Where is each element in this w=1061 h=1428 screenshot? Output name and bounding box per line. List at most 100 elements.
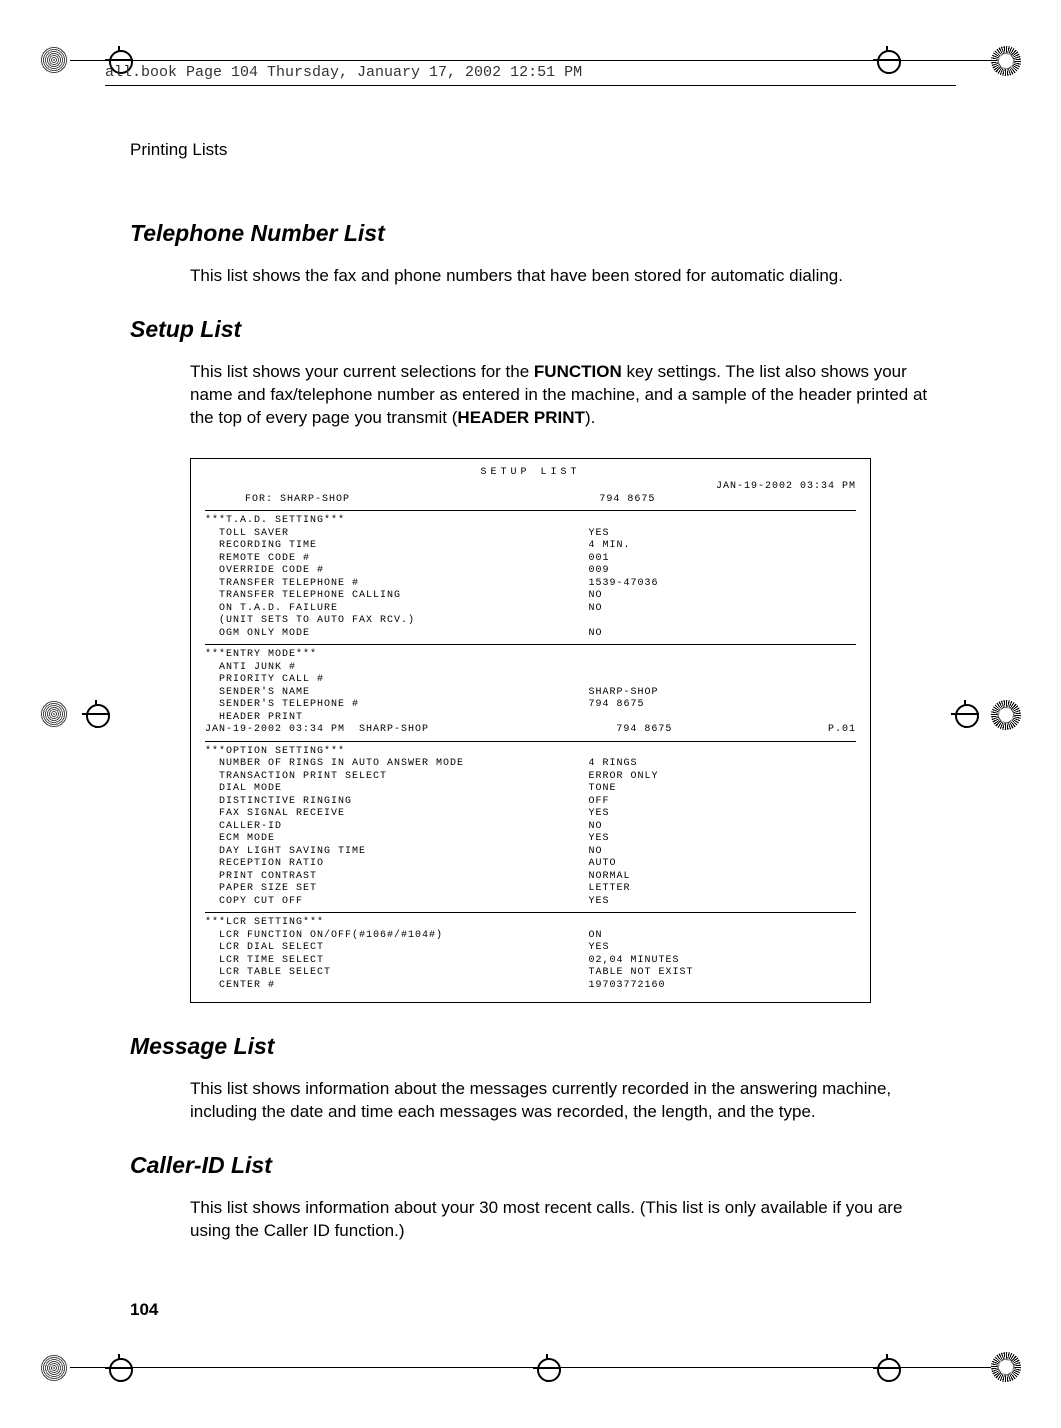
paragraph-message: This list shows information about the me… [190, 1078, 931, 1124]
group-tad-title: ***T.A.D. SETTING*** [205, 515, 856, 528]
setup-row: TRANSACTION PRINT SELECTERROR ONLY [205, 771, 856, 784]
text-span: This list shows your current selections … [190, 362, 534, 381]
setup-row: DIAL MODETONE [205, 783, 856, 796]
setup-row: ECM MODEYES [205, 833, 856, 846]
setup-row-value: 009 [588, 565, 856, 578]
setup-row-label: SENDER'S NAME [205, 687, 588, 700]
page-number: 104 [130, 1300, 158, 1320]
setup-row: LCR DIAL SELECTYES [205, 942, 856, 955]
setup-title: SETUP LIST [205, 467, 856, 480]
setup-row-value: 001 [588, 553, 856, 566]
setup-row-value: YES [588, 808, 856, 821]
setup-row-value: NORMAL [588, 871, 856, 884]
setup-row-value: AUTO [588, 858, 856, 871]
setup-row-value: ERROR ONLY [588, 771, 856, 784]
setup-row-label: LCR TIME SELECT [205, 955, 588, 968]
crop-cross-bl [105, 1354, 133, 1382]
divider [205, 644, 856, 645]
setup-row-label: CENTER # [205, 980, 588, 993]
setup-row-value [588, 615, 856, 628]
setup-for-number: 794 8675 [599, 494, 856, 507]
setup-row-label: PRIORITY CALL # [205, 674, 588, 687]
setup-row: SENDER'S NAMESHARP-SHOP [205, 687, 856, 700]
setup-row-value: SHARP-SHOP [588, 687, 856, 700]
crosshair-icon [533, 1354, 561, 1382]
setup-row-label: REMOTE CODE # [205, 553, 588, 566]
setup-row-label: OGM ONLY MODE [205, 628, 588, 641]
setup-row-label: PRINT CONTRAST [205, 871, 588, 884]
setup-row-label: LCR TABLE SELECT [205, 967, 588, 980]
setup-row-label: COPY CUT OFF [205, 896, 588, 909]
setup-row-value: NO [588, 628, 856, 641]
crop-mark-tl [40, 46, 68, 74]
setup-row: LCR TIME SELECT02,04 MINUTES [205, 955, 856, 968]
registration-wheel-icon [991, 46, 1021, 76]
divider [205, 510, 856, 511]
setup-date-row: JAN-19-2002 03:34 PM [205, 481, 856, 494]
registration-wheel-icon [991, 1352, 1021, 1382]
setup-row-value: OFF [588, 796, 856, 809]
registration-wheel-icon [991, 700, 1021, 730]
setup-row-label: HEADER PRINT [205, 712, 588, 725]
setup-row: HEADER PRINT [205, 712, 856, 725]
breadcrumb: Printing Lists [130, 140, 931, 160]
setup-row-label: NUMBER OF RINGS IN AUTO ANSWER MODE [205, 758, 588, 771]
heading-setup-list: Setup List [130, 316, 931, 343]
setup-row: PRIORITY CALL # [205, 674, 856, 687]
setup-row-label: LCR FUNCTION ON/OFF(#106#/#104#) [205, 930, 588, 943]
crop-cross-br [873, 1354, 901, 1382]
crosshair-icon [82, 700, 110, 728]
entry-footer: JAN-19-2002 03:34 PM SHARP-SHOP 794 8675… [205, 724, 856, 737]
crop-cross-mr [951, 700, 979, 728]
setup-row-label: RECEPTION RATIO [205, 858, 588, 871]
reg-circle-icon [40, 700, 68, 728]
setup-row: NUMBER OF RINGS IN AUTO ANSWER MODE4 RIN… [205, 758, 856, 771]
setup-row-label: TRANSACTION PRINT SELECT [205, 771, 588, 784]
setup-row-label: OVERRIDE CODE # [205, 565, 588, 578]
setup-row-value: YES [588, 528, 856, 541]
setup-row-value: YES [588, 833, 856, 846]
setup-row: PAPER SIZE SETLETTER [205, 883, 856, 896]
crop-cross-ml [82, 700, 110, 728]
setup-row-value: NO [588, 603, 856, 616]
setup-row-label: DISTINCTIVE RINGING [205, 796, 588, 809]
setup-row: SENDER'S TELEPHONE #794 8675 [205, 699, 856, 712]
setup-row: COPY CUT OFFYES [205, 896, 856, 909]
text-span: ). [585, 408, 595, 427]
crop-mark-ml [40, 700, 68, 728]
entry-footer-right: P.01 [758, 724, 856, 737]
reg-circle-icon [40, 1354, 68, 1382]
crosshair-icon [873, 1354, 901, 1382]
setup-row-value: LETTER [588, 883, 856, 896]
setup-row-value: 794 8675 [588, 699, 856, 712]
entry-footer-mid: 794 8675 [531, 724, 759, 737]
setup-row: LCR FUNCTION ON/OFF(#106#/#104#)ON [205, 930, 856, 943]
setup-row-value: YES [588, 942, 856, 955]
setup-row-label: ANTI JUNK # [205, 662, 588, 675]
crop-line-top [70, 60, 991, 61]
setup-row-value: 02,04 MINUTES [588, 955, 856, 968]
paragraph-telephone: This list shows the fax and phone number… [190, 265, 931, 288]
setup-row: TOLL SAVERYES [205, 528, 856, 541]
setup-row-value: 19703772160 [588, 980, 856, 993]
setup-row: LCR TABLE SELECTTABLE NOT EXIST [205, 967, 856, 980]
paragraph-setup: This list shows your current selections … [190, 361, 931, 430]
setup-row-value: 4 RINGS [588, 758, 856, 771]
setup-for-label: FOR: SHARP-SHOP [205, 494, 599, 507]
reg-wheel-br [991, 1352, 1021, 1382]
reg-wheel-tr [991, 46, 1021, 76]
crop-line-bottom [70, 1367, 991, 1368]
setup-row-value: YES [588, 896, 856, 909]
setup-row-label: CALLER-ID [205, 821, 588, 834]
entry-footer-left: JAN-19-2002 03:34 PM SHARP-SHOP [205, 724, 531, 737]
setup-row-value: NO [588, 590, 856, 603]
setup-row: OVERRIDE CODE #009 [205, 565, 856, 578]
reg-circle-icon [40, 46, 68, 74]
setup-row-value: NO [588, 846, 856, 859]
setup-row-label: RECORDING TIME [205, 540, 588, 553]
setup-row-label: TRANSFER TELEPHONE CALLING [205, 590, 588, 603]
setup-row-label: TRANSFER TELEPHONE # [205, 578, 588, 591]
setup-row-label: ON T.A.D. FAILURE [205, 603, 588, 616]
setup-row: ANTI JUNK # [205, 662, 856, 675]
setup-row-value: ON [588, 930, 856, 943]
